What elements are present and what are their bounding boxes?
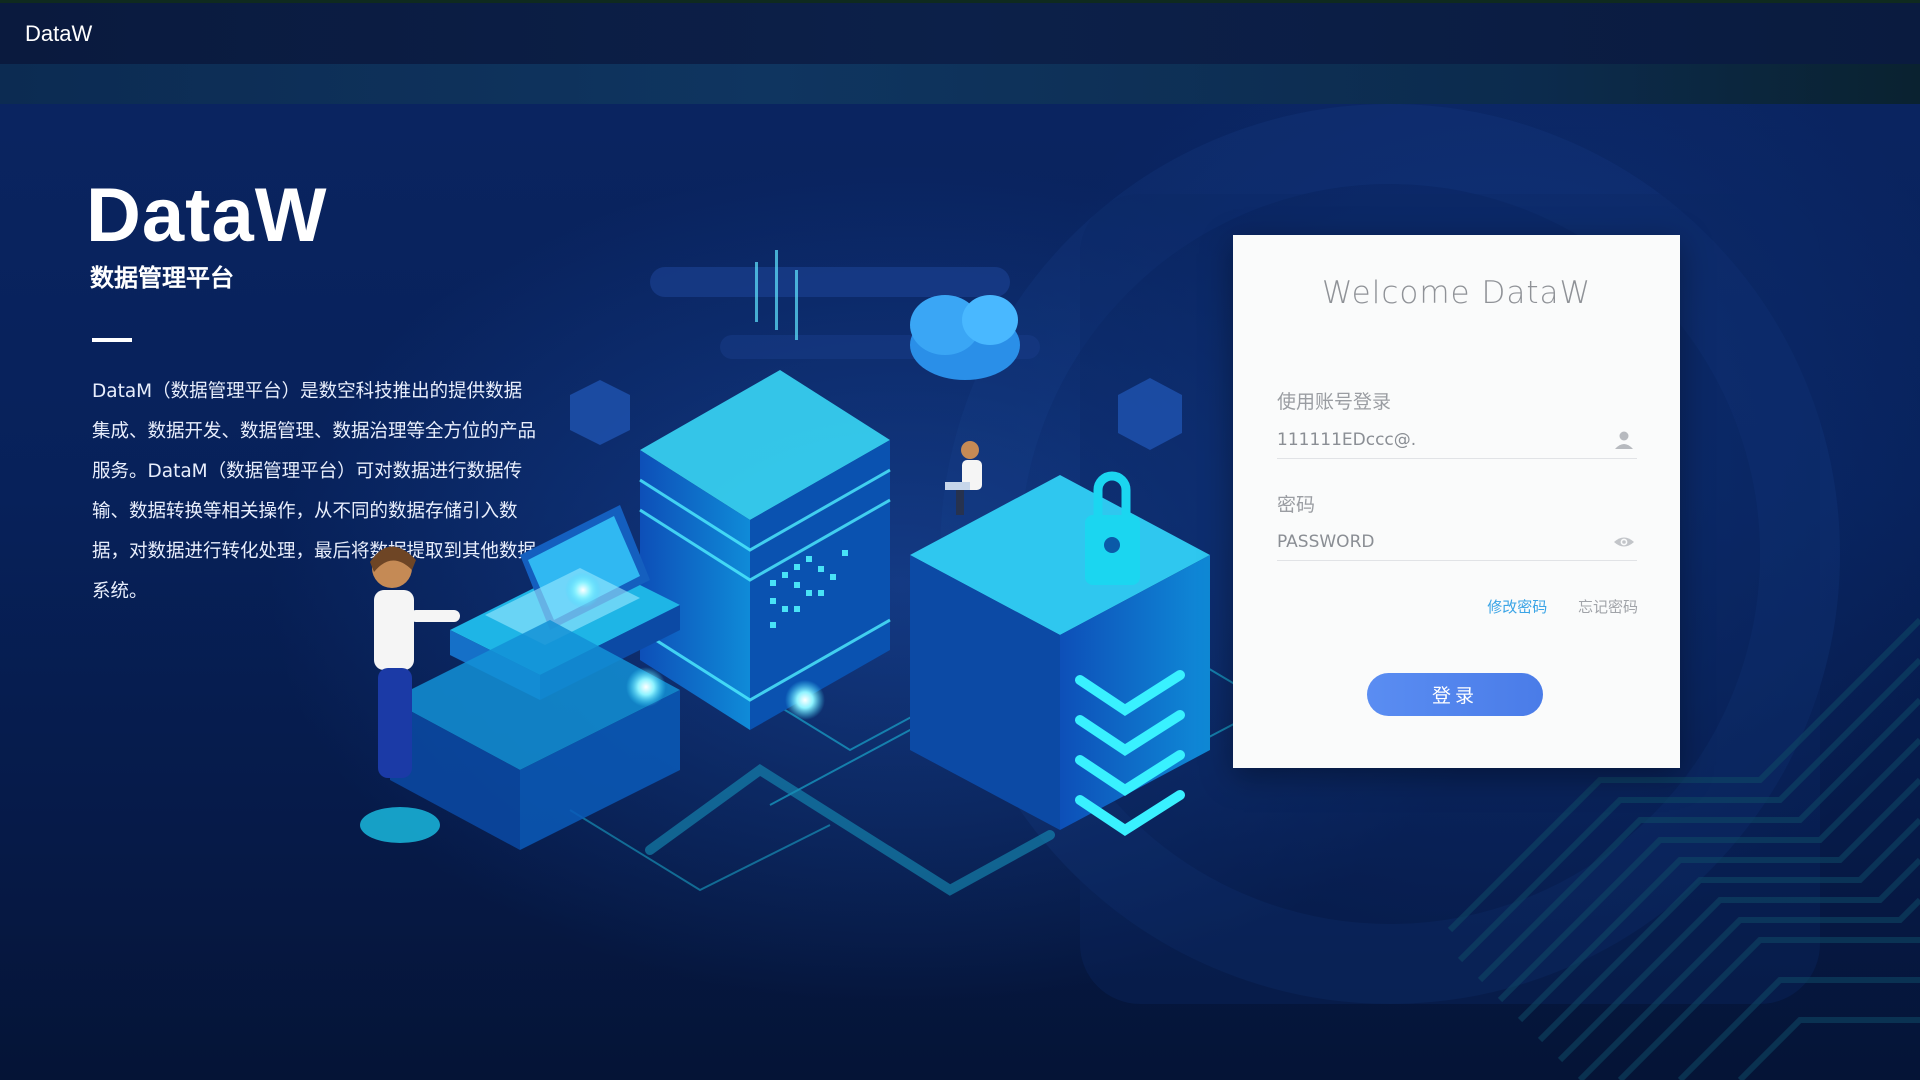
central-server	[639, 250, 891, 730]
cloud-graphic	[910, 295, 1020, 380]
right-server	[910, 471, 1210, 836]
isometric-server-illustration	[360, 250, 1270, 896]
forgot-password-link[interactable]: 忘记密码	[1578, 598, 1638, 616]
password-input[interactable]	[1277, 523, 1637, 561]
person-right	[945, 441, 982, 515]
password-links: 修改密码 忘记密码	[1461, 596, 1638, 617]
welcome-title: Welcome DataW	[1321, 275, 1592, 311]
hero-title: DataW	[86, 173, 328, 258]
top-bar: DataW	[0, 0, 1920, 64]
hero-divider	[92, 338, 132, 342]
hero-subtitle: 数据管理平台	[90, 264, 234, 292]
sub-bar	[0, 64, 1920, 104]
eye-icon[interactable]	[1613, 531, 1635, 553]
password-label: 密码	[1277, 494, 1316, 516]
change-password-link[interactable]: 修改密码	[1487, 598, 1547, 616]
account-label: 使用账号登录	[1277, 391, 1392, 413]
login-button[interactable]: 登录	[1367, 673, 1543, 716]
brand-logo-text: DataW	[25, 21, 93, 46]
account-input[interactable]	[1277, 421, 1637, 459]
user-icon	[1615, 431, 1633, 449]
login-card: Welcome DataW 使用账号登录 密码 修改密码 忘记密码 登录	[1233, 235, 1680, 768]
